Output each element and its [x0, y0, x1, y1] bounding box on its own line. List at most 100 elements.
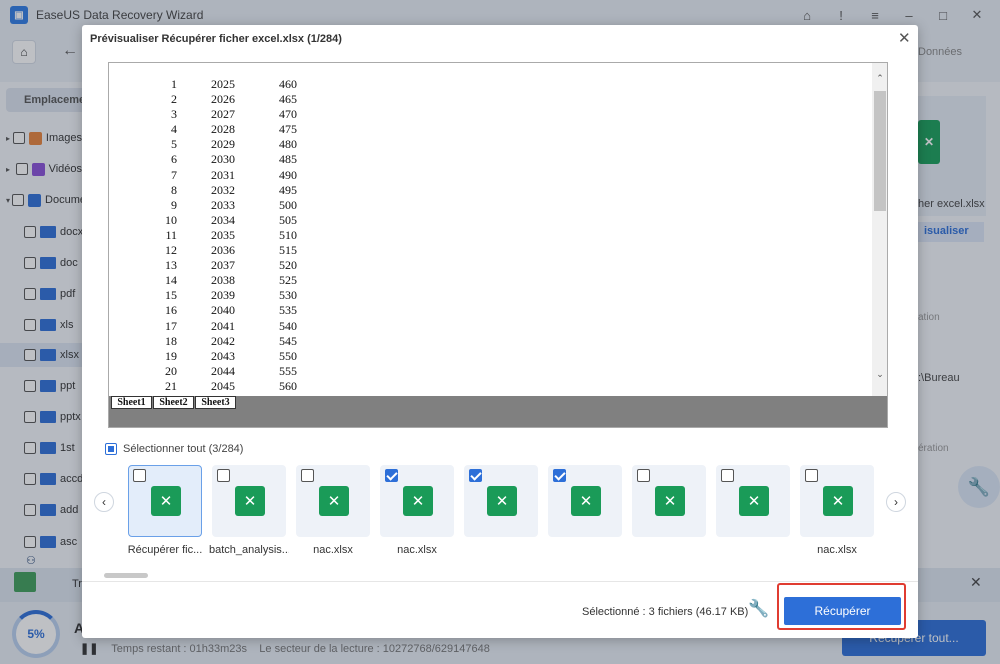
- year-cell: 2040: [211, 303, 235, 318]
- close-icon[interactable]: ✕: [898, 29, 911, 47]
- year-cell: 2041: [211, 318, 235, 333]
- thumbnail-checkbox[interactable]: [133, 469, 146, 482]
- excel-file-icon: ✕: [571, 486, 601, 516]
- row-number: 5: [171, 137, 177, 152]
- spreadsheet-rows: 1 2025 460 2 2026 465 3 2027 470 4 2028 475 5 2029 480…: [109, 77, 329, 394]
- file-thumbnail[interactable]: ✕: [548, 465, 622, 537]
- spreadsheet-row: 13 2037 520: [109, 258, 329, 273]
- scroll-down-icon[interactable]: ⌄: [872, 369, 887, 383]
- row-number: 12: [165, 243, 177, 258]
- prev-arrow-icon[interactable]: ‹: [94, 492, 114, 512]
- row-number: 4: [171, 122, 177, 137]
- year-cell: 2027: [211, 107, 235, 122]
- year-cell: 2034: [211, 212, 235, 227]
- thumbnail-checkbox[interactable]: [721, 469, 734, 482]
- spreadsheet-row: 5 2029 480: [109, 137, 329, 152]
- file-thumbnail[interactable]: ✕: [632, 465, 706, 537]
- year-cell: 2031: [211, 167, 235, 182]
- thumbnail-checkbox[interactable]: [385, 469, 398, 482]
- thumbnail-checkbox[interactable]: [805, 469, 818, 482]
- year-cell: 2025: [211, 77, 235, 91]
- year-cell: 2044: [211, 363, 235, 378]
- sheet-tab-bar: Sheet1 Sheet2 Sheet3: [109, 396, 887, 427]
- horizontal-scrollbar[interactable]: [104, 573, 148, 578]
- excel-file-icon: ✕: [235, 486, 265, 516]
- year-cell: 2039: [211, 288, 235, 303]
- year-cell: 2043: [211, 348, 235, 363]
- spreadsheet-row: 15 2039 530: [109, 288, 329, 303]
- excel-file-icon: ✕: [739, 486, 769, 516]
- file-thumbnail[interactable]: ✕: [296, 465, 370, 537]
- value-cell: 560: [279, 378, 297, 393]
- thumbnail-label: nac.xlsx: [313, 544, 353, 556]
- spreadsheet-preview: 1 2025 460 2 2026 465 3 2027 470 4 2028 475 5 2029 480…: [108, 62, 888, 428]
- wrench-icon[interactable]: 🔧: [748, 599, 769, 619]
- value-cell: 555: [279, 363, 297, 378]
- sheet-tab[interactable]: Sheet2: [153, 396, 194, 409]
- scroll-thumb[interactable]: [874, 91, 886, 211]
- excel-file-icon: ✕: [319, 486, 349, 516]
- value-cell: 485: [279, 152, 297, 167]
- spreadsheet-row: 8 2032 495: [109, 183, 329, 198]
- scroll-up-icon[interactable]: ⌃: [872, 73, 887, 87]
- value-cell: 490: [279, 167, 297, 182]
- select-all-label: Sélectionner tout (3/284): [123, 443, 244, 455]
- selection-summary: Sélectionné : 3 fichiers (46.17 KB): [582, 606, 749, 618]
- value-cell: 495: [279, 182, 297, 197]
- spreadsheet-row: 7 2031 490: [109, 168, 329, 183]
- year-cell: 2029: [211, 137, 235, 152]
- year-cell: 2042: [211, 333, 235, 348]
- excel-file-icon: ✕: [403, 486, 433, 516]
- next-arrow-icon[interactable]: ›: [886, 492, 906, 512]
- value-cell: 550: [279, 348, 297, 363]
- year-cell: 2026: [211, 92, 235, 107]
- row-number: 7: [171, 167, 177, 182]
- sheet-tab[interactable]: Sheet1: [111, 396, 152, 409]
- value-cell: 505: [279, 212, 297, 227]
- spreadsheet-row: 20 2044 555: [109, 364, 329, 379]
- file-thumbnail[interactable]: ✕: [800, 465, 874, 537]
- row-number: 14: [165, 273, 177, 288]
- thumbnail-checkbox[interactable]: [469, 469, 482, 482]
- spreadsheet-row: 10 2034 505: [109, 213, 329, 228]
- row-number: 10: [165, 212, 177, 227]
- thumbnail-checkbox[interactable]: [217, 469, 230, 482]
- year-cell: 2045: [211, 378, 235, 393]
- file-thumbnail[interactable]: ✕: [128, 465, 202, 537]
- thumbnail-checkbox[interactable]: [553, 469, 566, 482]
- value-cell: 475: [279, 122, 297, 137]
- year-cell: 2033: [211, 197, 235, 212]
- year-cell: 2032: [211, 182, 235, 197]
- select-all-checkbox[interactable]: [105, 443, 117, 455]
- sheet-tab[interactable]: Sheet3: [195, 396, 236, 409]
- spreadsheet-row: 21 2045 560: [109, 379, 329, 394]
- spreadsheet-row: 11 2035 510: [109, 228, 329, 243]
- spreadsheet-row: 16 2040 535: [109, 303, 329, 318]
- value-cell: 520: [279, 258, 297, 273]
- value-cell: 470: [279, 107, 297, 122]
- row-number: 11: [165, 227, 177, 242]
- file-thumbnail[interactable]: ✕: [716, 465, 790, 537]
- file-thumbnail[interactable]: ✕: [380, 465, 454, 537]
- thumbnail-checkbox[interactable]: [637, 469, 650, 482]
- value-cell: 515: [279, 243, 297, 258]
- value-cell: 535: [279, 303, 297, 318]
- thumbnail-checkbox[interactable]: [301, 469, 314, 482]
- file-thumbnail[interactable]: ✕: [212, 465, 286, 537]
- select-all[interactable]: Sélectionner tout (3/284): [105, 443, 243, 455]
- row-number: 2: [171, 92, 177, 107]
- recover-button[interactable]: Récupérer: [784, 597, 901, 625]
- row-number: 9: [171, 197, 177, 212]
- row-number: 6: [171, 152, 177, 167]
- file-thumbnail[interactable]: ✕: [464, 465, 538, 537]
- spreadsheet-row: 14 2038 525: [109, 273, 329, 288]
- row-number: 3: [171, 107, 177, 122]
- thumbnail-label: Récupérer fic...: [127, 544, 203, 556]
- value-cell: 540: [279, 318, 297, 333]
- excel-file-icon: ✕: [487, 486, 517, 516]
- preview-dialog: Prévisualiser Récupérer ficher excel.xls…: [82, 25, 918, 638]
- spreadsheet-row: 17 2041 540: [109, 319, 329, 334]
- thumbnail-label: batch_analysis...: [209, 544, 289, 556]
- spreadsheet-row: 9 2033 500: [109, 198, 329, 213]
- thumbnail-label: nac.xlsx: [397, 544, 437, 556]
